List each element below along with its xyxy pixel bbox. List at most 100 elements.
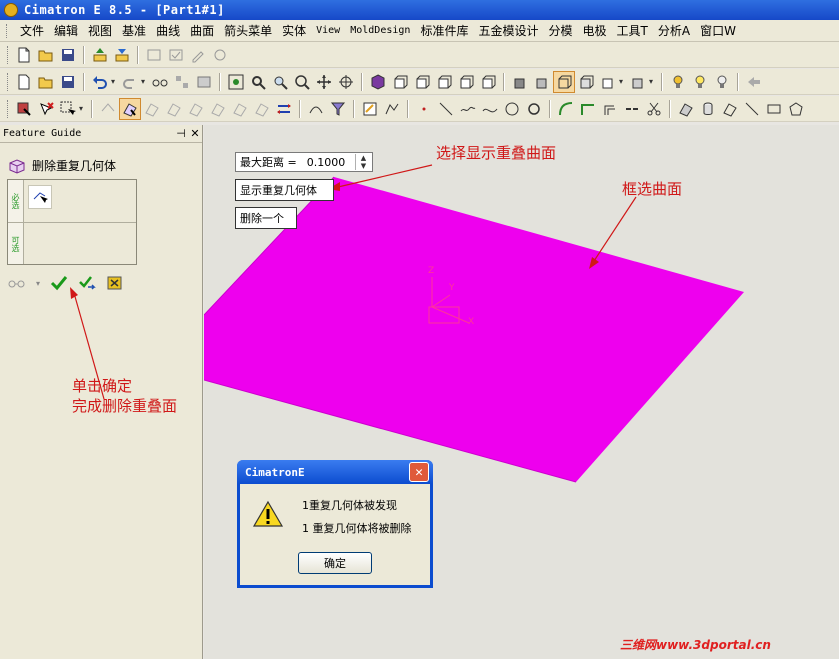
undo-dropdown-icon[interactable]: ▾ bbox=[111, 77, 119, 86]
regenerate-icon[interactable] bbox=[193, 71, 215, 93]
save-icon[interactable] bbox=[57, 71, 79, 93]
back-arrow-icon[interactable] bbox=[743, 71, 765, 93]
menu-window[interactable]: 窗口W bbox=[695, 20, 741, 41]
delete-one-button[interactable]: 删除一个 bbox=[235, 207, 297, 229]
transform-icon[interactable] bbox=[171, 71, 193, 93]
section-icon[interactable] bbox=[627, 71, 649, 93]
cylinder-icon[interactable] bbox=[697, 98, 719, 120]
break-curve-icon[interactable] bbox=[621, 98, 643, 120]
menu-parting[interactable]: 分模 bbox=[543, 20, 577, 41]
menu-hardware-mold[interactable]: 五金模设计 bbox=[473, 20, 543, 41]
surface-tool-icon[interactable] bbox=[251, 98, 273, 120]
menu-curve[interactable]: 曲线 bbox=[151, 20, 185, 41]
pdm-edit-icon[interactable] bbox=[187, 44, 209, 66]
glasses-icon[interactable] bbox=[149, 71, 171, 93]
menu-analysis[interactable]: 分析A bbox=[653, 20, 695, 41]
spline-icon[interactable] bbox=[479, 98, 501, 120]
spin-up-icon[interactable]: ▲ bbox=[361, 154, 366, 162]
new-file-icon[interactable] bbox=[13, 71, 35, 93]
light-bulb-icon[interactable] bbox=[667, 71, 689, 93]
light-bulb-off-icon[interactable] bbox=[711, 71, 733, 93]
redo-dropdown-icon[interactable]: ▾ bbox=[141, 77, 149, 86]
menu-view[interactable]: 视图 bbox=[83, 20, 117, 41]
render-hidden-icon[interactable] bbox=[575, 71, 597, 93]
view-right-icon[interactable] bbox=[433, 71, 455, 93]
spin-down-icon[interactable]: ▼ bbox=[361, 162, 366, 170]
zoom-icon[interactable] bbox=[291, 71, 313, 93]
menu-arrow-menu[interactable]: 箭头菜单 bbox=[219, 20, 277, 41]
render-box-icon[interactable] bbox=[597, 71, 619, 93]
view-bottom-icon[interactable] bbox=[477, 71, 499, 93]
dialog-close-icon[interactable]: ✕ bbox=[409, 462, 429, 482]
menu-datum[interactable]: 基准 bbox=[117, 20, 151, 41]
point-icon[interactable] bbox=[413, 98, 435, 120]
zoom-fit-icon[interactable] bbox=[225, 71, 247, 93]
preview-glasses-icon[interactable] bbox=[6, 273, 28, 293]
sketch-icon[interactable] bbox=[359, 98, 381, 120]
undo-icon[interactable] bbox=[89, 71, 111, 93]
polygon-icon[interactable] bbox=[785, 98, 807, 120]
light-bulb-on-icon[interactable] bbox=[689, 71, 711, 93]
composite-curve-icon[interactable] bbox=[457, 98, 479, 120]
pdm-icon[interactable] bbox=[143, 44, 165, 66]
copy-surface-icon[interactable] bbox=[97, 98, 119, 120]
zoom-dynamic-icon[interactable] bbox=[269, 71, 291, 93]
line-icon[interactable] bbox=[435, 98, 457, 120]
surface-tool-icon[interactable] bbox=[229, 98, 251, 120]
delete-duplicate-icon[interactable] bbox=[119, 97, 141, 120]
fillet-curve-icon[interactable] bbox=[555, 98, 577, 120]
view-top-icon[interactable] bbox=[389, 71, 411, 93]
offset-curve-icon[interactable] bbox=[599, 98, 621, 120]
view-front-icon[interactable] bbox=[411, 71, 433, 93]
zoom-window-icon[interactable] bbox=[247, 71, 269, 93]
save-icon[interactable] bbox=[57, 44, 79, 66]
max-distance-spinner[interactable]: ▲ ▼ bbox=[355, 154, 371, 170]
import-icon[interactable] bbox=[111, 44, 133, 66]
curve-select-icon[interactable] bbox=[305, 98, 327, 120]
select-dropdown-icon[interactable]: ▾ bbox=[79, 104, 87, 113]
select-surface-step-button[interactable] bbox=[28, 185, 52, 209]
section-dropdown-icon[interactable]: ▾ bbox=[649, 77, 657, 86]
menu-molddesign[interactable]: MoldDesign bbox=[345, 20, 415, 41]
circle-icon[interactable] bbox=[501, 98, 523, 120]
menu-surface[interactable]: 曲面 bbox=[185, 20, 219, 41]
open-folder-icon[interactable] bbox=[35, 44, 57, 66]
max-distance-value[interactable]: 0.1000 bbox=[307, 156, 346, 169]
rotate-icon[interactable] bbox=[335, 71, 357, 93]
pan-icon[interactable] bbox=[313, 71, 335, 93]
close-icon[interactable]: ✕ bbox=[188, 127, 202, 140]
view-left-icon[interactable] bbox=[455, 71, 477, 93]
surface-tool-icon[interactable] bbox=[185, 98, 207, 120]
ellipse-icon[interactable] bbox=[523, 98, 545, 120]
open-folder-icon[interactable] bbox=[35, 71, 57, 93]
menu-view-en[interactable]: View bbox=[311, 20, 345, 41]
menu-tools[interactable]: 工具T bbox=[612, 20, 653, 41]
surface-curve-icon[interactable] bbox=[675, 98, 697, 120]
menu-file[interactable]: 文件 bbox=[15, 20, 49, 41]
select-geometry-icon[interactable] bbox=[13, 98, 35, 120]
preview-dropdown-icon[interactable]: ▾ bbox=[34, 273, 42, 293]
pin-icon[interactable]: ⊣ bbox=[174, 127, 188, 140]
line-diag-icon[interactable] bbox=[741, 98, 763, 120]
surface-tool-icon[interactable] bbox=[163, 98, 185, 120]
dialog-ok-button[interactable]: 确定 bbox=[298, 552, 372, 574]
view-iso-icon[interactable] bbox=[367, 71, 389, 93]
funnel-icon[interactable] bbox=[327, 98, 349, 120]
sketch-exit-icon[interactable] bbox=[381, 98, 403, 120]
menu-solid[interactable]: 实体 bbox=[277, 20, 311, 41]
pdm-check-icon[interactable] bbox=[165, 44, 187, 66]
render-wireframe-icon[interactable] bbox=[553, 70, 575, 93]
surface-tool-icon[interactable] bbox=[207, 98, 229, 120]
scissors-icon[interactable] bbox=[643, 98, 665, 120]
cancel-select-icon[interactable] bbox=[35, 98, 57, 120]
render-shaded-icon[interactable] bbox=[509, 71, 531, 93]
new-file-icon[interactable] bbox=[13, 44, 35, 66]
pdm-link-icon[interactable] bbox=[209, 44, 231, 66]
menu-edit[interactable]: 编辑 bbox=[49, 20, 83, 41]
redo-icon[interactable] bbox=[119, 71, 141, 93]
align-arrows-icon[interactable] bbox=[273, 98, 295, 120]
show-duplicates-button[interactable]: 显示重复几何体 bbox=[235, 179, 334, 201]
rectangle-icon[interactable] bbox=[763, 98, 785, 120]
menu-standard-parts[interactable]: 标准件库 bbox=[415, 20, 473, 41]
project-curve-icon[interactable] bbox=[719, 98, 741, 120]
